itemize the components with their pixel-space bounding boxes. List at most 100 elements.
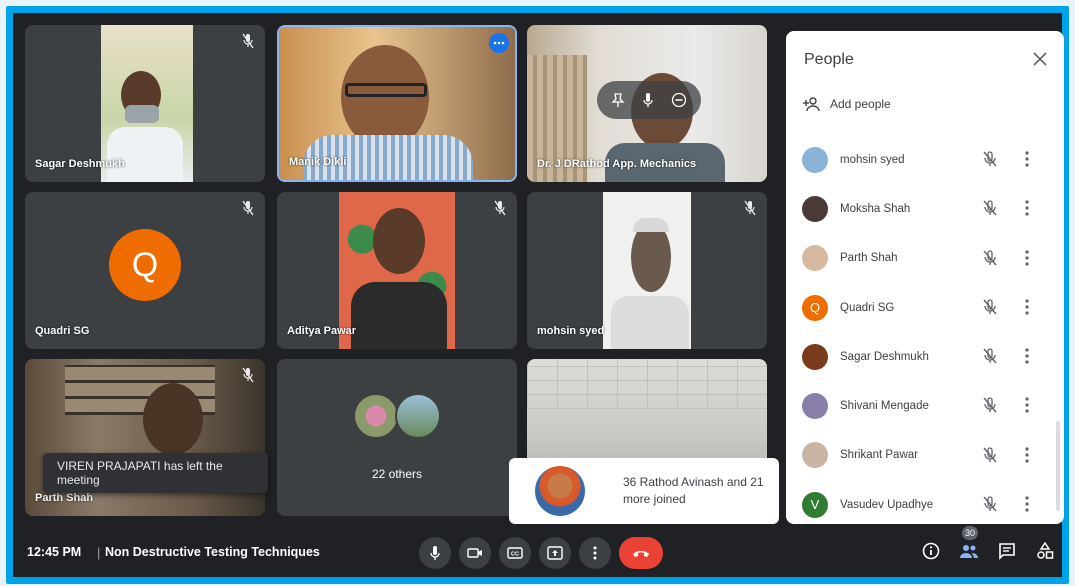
participant-row[interactable]: Shrikant Pawar [786, 431, 1064, 480]
participant-row[interactable]: Moksha Shah [786, 184, 1064, 233]
add-people-button[interactable]: Add people [802, 96, 891, 112]
activities-button[interactable] [1033, 539, 1057, 563]
shirt [107, 127, 183, 182]
participant-name: Dr. J DRathod App. Mechanics [537, 158, 697, 170]
add-people-label: Add people [830, 97, 891, 111]
mic-off-icon[interactable] [982, 347, 998, 365]
mic-off-icon[interactable] [982, 150, 998, 168]
more-options-button[interactable] [579, 537, 611, 569]
participant-figure [143, 383, 203, 455]
svg-text:CC: CC [511, 552, 519, 558]
video-tile-mohsin[interactable]: mohsin syed [527, 192, 767, 349]
more-vert-icon[interactable] [1022, 396, 1032, 414]
add-person-icon [803, 97, 820, 112]
avatar [353, 393, 399, 439]
camera-toggle-button[interactable] [459, 537, 491, 569]
meeting-title: Non Destructive Testing Techniques [105, 545, 320, 559]
left-meeting-toast: VIREN PRAJAPATI has left the meeting [43, 453, 268, 493]
panel-title: People [804, 51, 854, 68]
remove-icon[interactable] [671, 92, 687, 108]
leave-call-button[interactable] [619, 537, 663, 569]
participant-row[interactable]: Shivani Mengade [786, 381, 1064, 430]
mic-off-icon[interactable] [982, 495, 998, 513]
video-tile-manik[interactable]: Manik Dikli [277, 25, 517, 182]
video-tile-others[interactable]: 22 others [277, 359, 517, 516]
participant-figure [373, 208, 425, 274]
pin-icon[interactable] [611, 92, 625, 108]
participant-figure [341, 45, 429, 149]
captions-icon: CC [507, 547, 523, 559]
more-vert-icon[interactable] [1022, 199, 1032, 217]
participant-name: Manik Dikli [289, 156, 347, 168]
more-vert-icon[interactable] [1022, 150, 1032, 168]
participant-row[interactable]: mohsin syed [786, 135, 1064, 184]
avatar [535, 466, 585, 516]
participant-row[interactable]: Sagar Deshmukh [786, 332, 1064, 381]
mic-off-icon[interactable] [982, 298, 998, 316]
close-icon[interactable] [1030, 49, 1050, 69]
shapes-icon [1037, 542, 1054, 559]
mic-off-icon [242, 200, 254, 216]
ceiling-grid [527, 359, 767, 409]
participant-name: Sagar Deshmukh [35, 158, 125, 170]
video-tile-rathod[interactable]: Dr. J DRathod App. Mechanics [527, 25, 767, 182]
mic-off-icon[interactable] [982, 446, 998, 464]
participant-name: Parth Shah [840, 252, 898, 265]
video-tile-quadri[interactable]: Q Quadri SG [25, 192, 265, 349]
mic-off-icon [494, 200, 506, 216]
meeting-details-button[interactable] [919, 539, 943, 563]
participant-count-badge: 30 [961, 525, 979, 541]
people-button[interactable]: 30 [957, 525, 981, 563]
mic-toggle-button[interactable] [419, 537, 451, 569]
avatar: V [802, 491, 828, 518]
bottom-toolbar: 12:45 PM | Non Destructive Testing Techn… [13, 525, 1062, 578]
joined-notification[interactable]: 36 Rathod Avinash and 21 more joined [509, 458, 779, 524]
video-tile-aditya[interactable]: Aditya Pawar [277, 192, 517, 349]
chat-icon [999, 543, 1015, 560]
participant-name: Parth Shah [35, 492, 94, 504]
participant-name: Sagar Deshmukh [840, 350, 929, 363]
participant-row[interactable]: Q Quadri SG [786, 283, 1064, 332]
people-icon [960, 545, 978, 558]
participant-name: Vasudev Upadhye [840, 498, 934, 511]
captions-button[interactable]: CC [499, 537, 531, 569]
participant-row[interactable]: V Vasudev Upadhye [786, 480, 1064, 529]
shirt [611, 296, 689, 349]
mic-off-icon [744, 200, 756, 216]
more-vert-icon[interactable] [1022, 298, 1032, 316]
glasses [345, 83, 427, 97]
participant-name: mohsin syed [537, 325, 605, 337]
avatar [802, 442, 828, 469]
people-panel: People Add people mohsin syed Moksha Sha… [786, 31, 1064, 524]
mic-icon[interactable] [641, 92, 655, 108]
video-tile-sagar[interactable]: Sagar Deshmukh [25, 25, 265, 182]
mic-off-icon[interactable] [982, 249, 998, 267]
chat-button[interactable] [995, 539, 1019, 563]
mic-off-icon[interactable] [982, 396, 998, 414]
more-vert-icon[interactable] [1022, 495, 1032, 513]
more-options-icon[interactable] [489, 33, 509, 53]
avatar [395, 393, 441, 439]
info-icon [922, 542, 940, 560]
participant-name: mohsin syed [840, 153, 905, 166]
joined-text: 36 Rathod Avinash and 21 more joined [623, 475, 764, 506]
avatar [802, 195, 828, 222]
scrollbar[interactable] [1056, 421, 1060, 511]
more-vert-icon[interactable] [1022, 347, 1032, 365]
mic-off-icon [242, 367, 254, 383]
avatar [802, 245, 828, 272]
participant-name: Shrikant Pawar [840, 449, 918, 462]
present-screen-button[interactable] [539, 537, 571, 569]
more-vert-icon[interactable] [1022, 446, 1032, 464]
mic-icon [430, 546, 440, 560]
mic-off-icon[interactable] [982, 199, 998, 217]
camera-icon [467, 548, 482, 558]
phone-hangup-icon [633, 551, 649, 557]
participant-name: Quadri SG [840, 301, 895, 314]
more-vert-icon[interactable] [1022, 249, 1032, 267]
avatar: Q [802, 294, 828, 321]
participant-row[interactable]: Parth Shah [786, 234, 1064, 283]
participant-list: mohsin syed Moksha Shah Parth Shah Q Qua… [786, 135, 1064, 529]
more-vert-icon [593, 546, 597, 560]
others-count-label: 22 others [371, 467, 423, 481]
